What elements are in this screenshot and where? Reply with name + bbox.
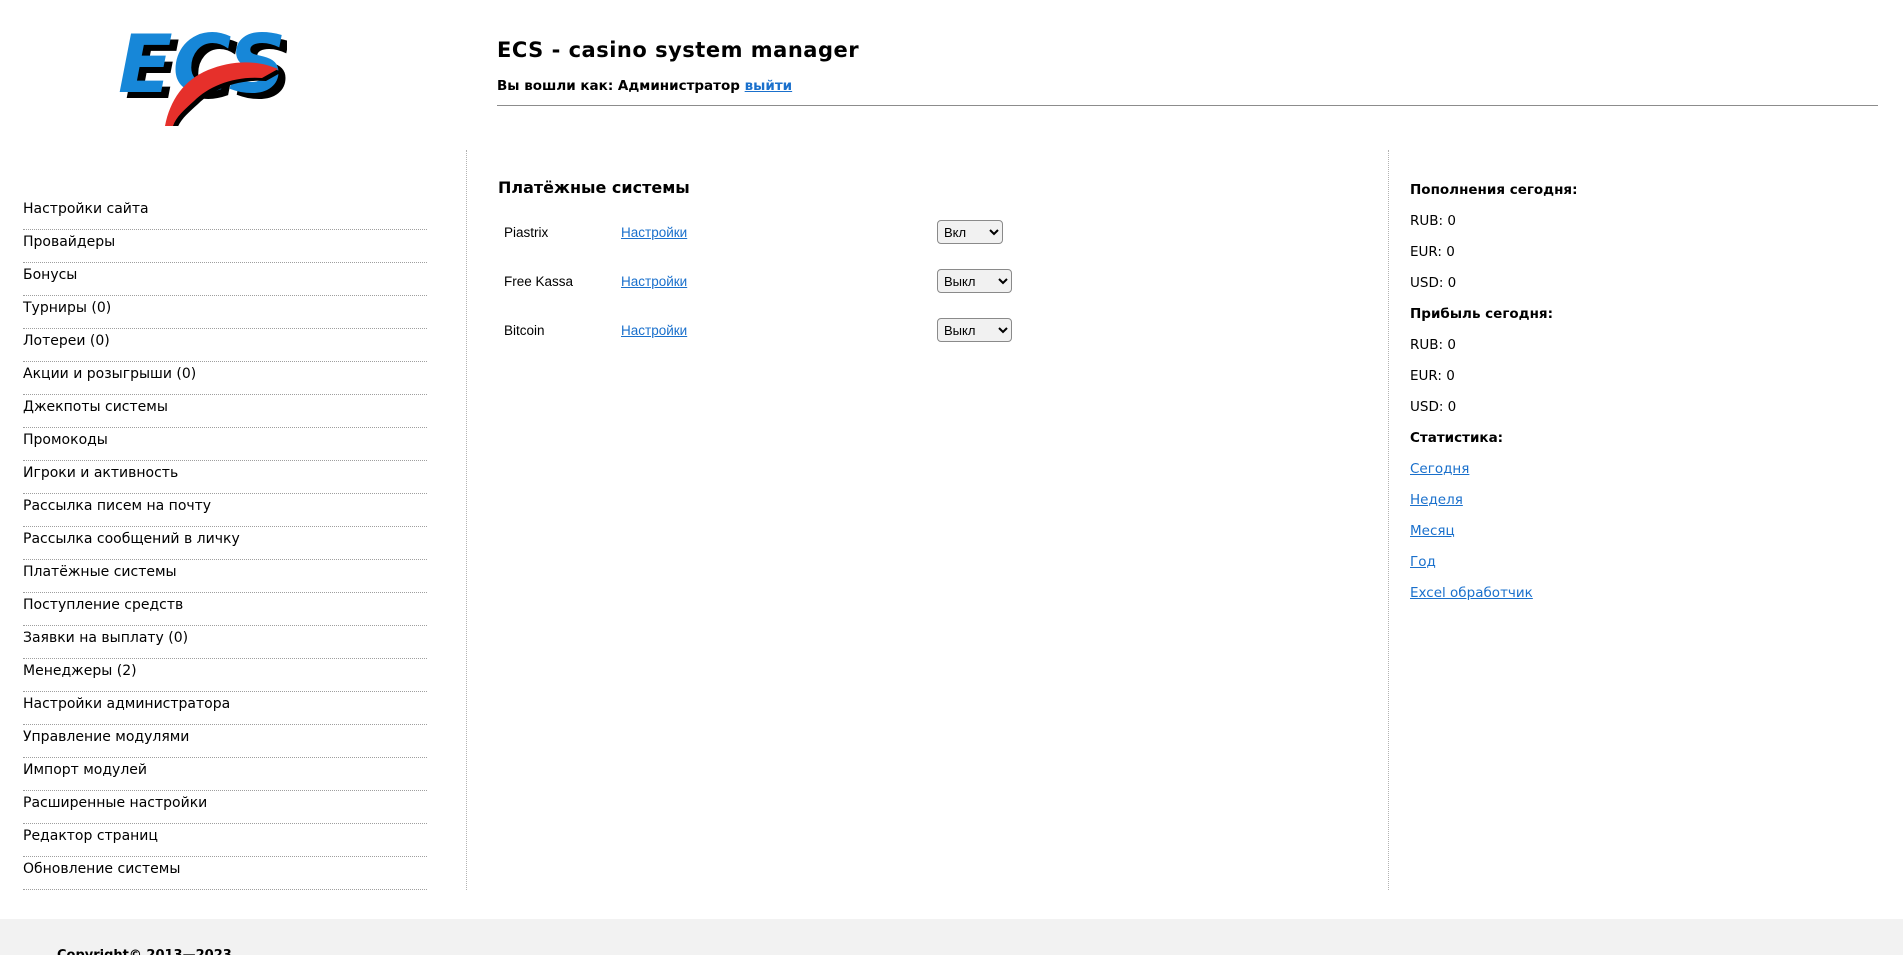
admin-page: ECS ECS ECS - casino system manager Вы в…	[0, 0, 1903, 955]
sidebar-item-payment-systems[interactable]: Платёжные системы	[23, 560, 427, 593]
payment-name: Piastrix	[504, 225, 549, 240]
deposits-eur: EUR: 0	[1410, 244, 1455, 260]
sidebar-item-module-import[interactable]: Импорт модулей	[23, 758, 427, 791]
main-content: Платёжные системы Piastrix Настройки Вкл…	[466, 150, 1389, 890]
statistics-title: Статистика:	[1410, 430, 1504, 446]
profit-eur: EUR: 0	[1410, 368, 1455, 384]
sidebar-item-system-update[interactable]: Обновление системы	[23, 857, 427, 890]
payment-name: Free Kassa	[504, 274, 574, 289]
payment-settings-link[interactable]: Настройки	[621, 225, 687, 240]
payment-settings-link[interactable]: Настройки	[621, 274, 687, 289]
sidebar-item-incoming-funds[interactable]: Поступление средств	[23, 593, 427, 626]
stats-link-week[interactable]: Неделя	[1410, 492, 1463, 508]
sidebar-item-advanced-settings[interactable]: Расширенные настройки	[23, 791, 427, 824]
sidebar-item-payout-requests[interactable]: Заявки на выплату (0)	[23, 626, 427, 659]
sidebar-item-players-activity[interactable]: Игроки и активность	[23, 461, 427, 494]
sidebar-item-providers[interactable]: Провайдеры	[23, 230, 427, 263]
stats-link-excel[interactable]: Excel обработчик	[1410, 585, 1533, 601]
deposits-today-title: Пополнения сегодня:	[1410, 182, 1578, 198]
login-status-text: Вы вошли как: Администратор	[497, 78, 740, 94]
profit-rub: RUB: 0	[1410, 337, 1456, 353]
profit-today-title: Прибыль сегодня:	[1410, 306, 1553, 322]
stats-link-year[interactable]: Год	[1410, 554, 1436, 570]
copyright-text: Copyright© 2013—2023	[57, 948, 232, 955]
sidebar-item-admin-settings[interactable]: Настройки администратора	[23, 692, 427, 725]
sidebar-item-jackpots[interactable]: Джекпоты системы	[23, 395, 427, 428]
sidebar-item-lotteries[interactable]: Лотереи (0)	[23, 329, 427, 362]
sidebar-item-promocodes[interactable]: Промокоды	[23, 428, 427, 461]
payment-row-freekassa: Free Kassa Настройки Выкл	[467, 269, 1388, 295]
sidebar-menu-list: Настройки сайта Провайдеры Бонусы Турнир…	[23, 197, 427, 890]
sidebar-item-pm-mailing[interactable]: Рассылка сообщений в личку	[23, 527, 427, 560]
payment-status-select[interactable]: Выкл	[937, 318, 1012, 342]
payment-name: Bitcoin	[504, 323, 545, 338]
logout-link[interactable]: выйти	[745, 78, 793, 94]
sidebar-item-bonuses[interactable]: Бонусы	[23, 263, 427, 296]
payment-settings-link[interactable]: Настройки	[621, 323, 687, 338]
sidebar-item-module-management[interactable]: Управление модулями	[23, 725, 427, 758]
profit-usd: USD: 0	[1410, 399, 1457, 415]
page-title: ECS - casino system manager	[497, 38, 860, 62]
footer: Copyright© 2013—2023	[0, 919, 1903, 955]
login-status: Вы вошли как: Администратор выйти	[497, 78, 792, 94]
sidebar-menu: Настройки сайта Провайдеры Бонусы Турнир…	[23, 197, 427, 890]
sidebar-item-tournaments[interactable]: Турниры (0)	[23, 296, 427, 329]
sidebar-item-email-mailing[interactable]: Рассылка писем на почту	[23, 494, 427, 527]
deposits-rub: RUB: 0	[1410, 213, 1456, 229]
sidebar-item-promotions[interactable]: Акции и розыгрыши (0)	[23, 362, 427, 395]
stats-link-today[interactable]: Сегодня	[1410, 461, 1469, 477]
payment-status-select[interactable]: Выкл	[937, 269, 1012, 293]
sidebar-item-managers[interactable]: Менеджеры (2)	[23, 659, 427, 692]
sidebar-item-site-settings[interactable]: Настройки сайта	[23, 197, 427, 230]
payment-status-select[interactable]: Вкл	[937, 220, 1003, 244]
sidebar-item-page-editor[interactable]: Редактор страниц	[23, 824, 427, 857]
section-heading: Платёжные системы	[498, 178, 690, 197]
payment-row-piastrix: Piastrix Настройки Вкл	[467, 220, 1388, 246]
payment-row-bitcoin: Bitcoin Настройки Выкл	[467, 318, 1388, 344]
stats-link-month[interactable]: Месяц	[1410, 523, 1455, 539]
header-divider	[497, 105, 1878, 106]
stats-panel: Пополнения сегодня: RUB: 0 EUR: 0 USD: 0…	[1410, 183, 1577, 617]
ecs-logo: ECS ECS	[118, 18, 287, 126]
deposits-usd: USD: 0	[1410, 275, 1457, 291]
